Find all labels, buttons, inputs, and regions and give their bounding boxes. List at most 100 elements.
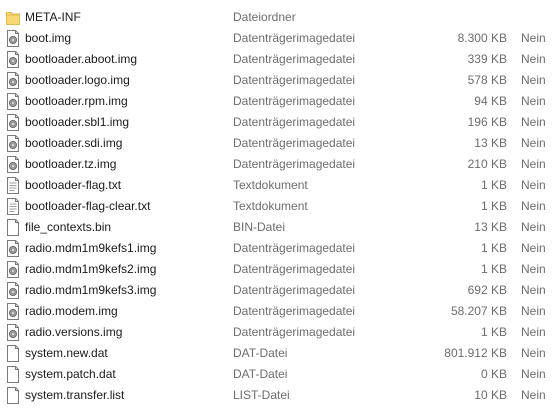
file-compressed: Nein [521,241,546,255]
file-size: 578 KB [467,73,507,87]
file-row[interactable]: bootloader-flag-clear.txt Textdokument 1 K… [0,196,559,217]
file-size: 58.207 KB [450,304,507,318]
file-type: Dateiordner [233,10,296,24]
file-row[interactable]: radio.mdm1m9kefs1.img Datenträgerimagedat… [0,238,559,259]
folder-row[interactable]: META-INF Dateiordner [0,7,559,28]
file-type: Datenträgerimagedatei [233,31,356,45]
file-icon [7,366,19,383]
disk-image-icon [7,93,19,110]
file-row[interactable]: bootloader.aboot.img Datenträgerimagedate… [0,49,559,70]
text-document-icon [7,177,19,194]
disk-image-icon [7,303,19,320]
file-icon [7,387,19,404]
file-compressed: Nein [521,346,546,360]
text-document-icon [7,198,19,215]
file-row[interactable]: radio.mdm1m9kefs2.img Datenträgerimagedat… [0,259,559,280]
file-compressed: Nein [521,178,546,192]
file-type: Datenträgerimagedatei [233,94,356,108]
file-size: 1 KB [480,241,507,255]
file-size: 13 KB [474,220,507,234]
file-row[interactable]: radio.modem.img Datenträgerimagedatei 58.2… [0,301,559,322]
disk-image-icon [7,240,19,257]
file-name: radio.mdm1m9kefs3.img [25,283,157,297]
file-type: Datenträgerimagedatei [233,304,356,318]
folder-icon [6,12,20,25]
file-type: Datenträgerimagedatei [233,115,356,129]
file-row[interactable]: bootloader.sdi.img Datenträgerimagedatei 1… [0,133,559,154]
file-name: bootloader.sbl1.img [25,115,130,129]
file-name: bootloader.logo.img [25,73,130,87]
file-compressed: Nein [521,136,546,150]
file-name: system.new.dat [25,346,108,360]
file-type: Datenträgerimagedatei [233,262,356,276]
file-compressed: Nein [521,304,546,318]
file-row[interactable]: radio.versions.img Datenträgerimagedatei 1… [0,322,559,343]
file-compressed: Nein [521,94,546,108]
file-name: bootloader-flag-clear.txt [25,199,151,213]
file-row[interactable]: file_contexts.bin BIN-Datei 13 KB Nein [0,217,559,238]
file-size: 1 KB [480,262,507,276]
file-icon [7,345,19,362]
file-type: DAT-Datei [233,367,288,381]
file-row[interactable]: bootloader-flag.txt Textdokument 1 KB Nein [0,175,559,196]
file-name: bootloader.tz.img [25,157,117,171]
file-name: radio.mdm1m9kefs1.img [25,241,157,255]
file-name: bootloader.sdi.img [25,136,123,150]
disk-image-icon [7,324,19,341]
file-type: Textdokument [233,178,308,192]
file-size: 1 KB [480,199,507,213]
file-row[interactable]: system.new.dat DAT-Datei 801.912 KB Nein [0,343,559,364]
file-name: system.patch.dat [25,367,116,381]
file-size: 1 KB [480,325,507,339]
file-type: LIST-Datei [233,388,290,402]
file-type: Datenträgerimagedatei [233,73,356,87]
file-type: Datenträgerimagedatei [233,157,356,171]
file-size: 94 KB [474,94,507,108]
file-size: 339 KB [467,52,507,66]
file-row[interactable]: bootloader.rpm.img Datenträgerimagedatei 9… [0,91,559,112]
file-name: bootloader-flag.txt [25,178,122,192]
file-type: Datenträgerimagedatei [233,241,356,255]
file-name: bootloader.aboot.img [25,52,138,66]
file-row[interactable]: system.patch.dat DAT-Datei 0 KB Nein [0,364,559,385]
disk-image-icon [7,72,19,89]
file-row[interactable]: system.transfer.list LIST-Datei 10 KB Nein [0,385,559,406]
file-type: Datenträgerimagedatei [233,52,356,66]
file-list: META-INF Dateiordner boot.img Datenträgerim… [0,7,559,406]
file-name: bootloader.rpm.img [25,94,128,108]
file-row[interactable]: boot.img Datenträgerimagedatei 8.300 KB Nei… [0,28,559,49]
file-compressed: Nein [521,52,546,66]
file-size: 13 KB [474,136,507,150]
file-size: 196 KB [467,115,507,129]
file-row[interactable]: bootloader.logo.img Datenträgerimagedatei… [0,70,559,91]
disk-image-icon [7,261,19,278]
file-compressed: Nein [521,367,546,381]
file-size: 10 KB [474,388,507,402]
file-type: Datenträgerimagedatei [233,283,356,297]
file-row[interactable]: bootloader.tz.img Datenträgerimagedatei 21… [0,154,559,175]
file-name: radio.modem.img [25,304,118,318]
file-name: boot.img [25,31,72,45]
file-compressed: Nein [521,73,546,87]
file-compressed: Nein [521,325,546,339]
file-type: BIN-Datei [233,220,286,234]
disk-image-icon [7,30,19,47]
file-compressed: Nein [521,157,546,171]
file-size: 210 KB [467,157,507,171]
disk-image-icon [7,156,19,173]
disk-image-icon [7,114,19,131]
file-row[interactable]: radio.mdm1m9kefs3.img Datenträgerimagedat… [0,280,559,301]
file-compressed: Nein [521,199,546,213]
file-compressed: Nein [521,31,546,45]
file-type: Textdokument [233,199,308,213]
file-compressed: Nein [521,220,546,234]
file-size: 801.912 KB [444,346,507,360]
file-compressed: Nein [521,283,546,297]
file-compressed: Nein [521,262,546,276]
file-name: radio.mdm1m9kefs2.img [25,262,157,276]
file-name: radio.versions.img [25,325,123,339]
file-type: Datenträgerimagedatei [233,325,356,339]
disk-image-icon [7,51,19,68]
file-row[interactable]: bootloader.sbl1.img Datenträgerimagedatei… [0,112,559,133]
file-size: 692 KB [467,283,507,297]
